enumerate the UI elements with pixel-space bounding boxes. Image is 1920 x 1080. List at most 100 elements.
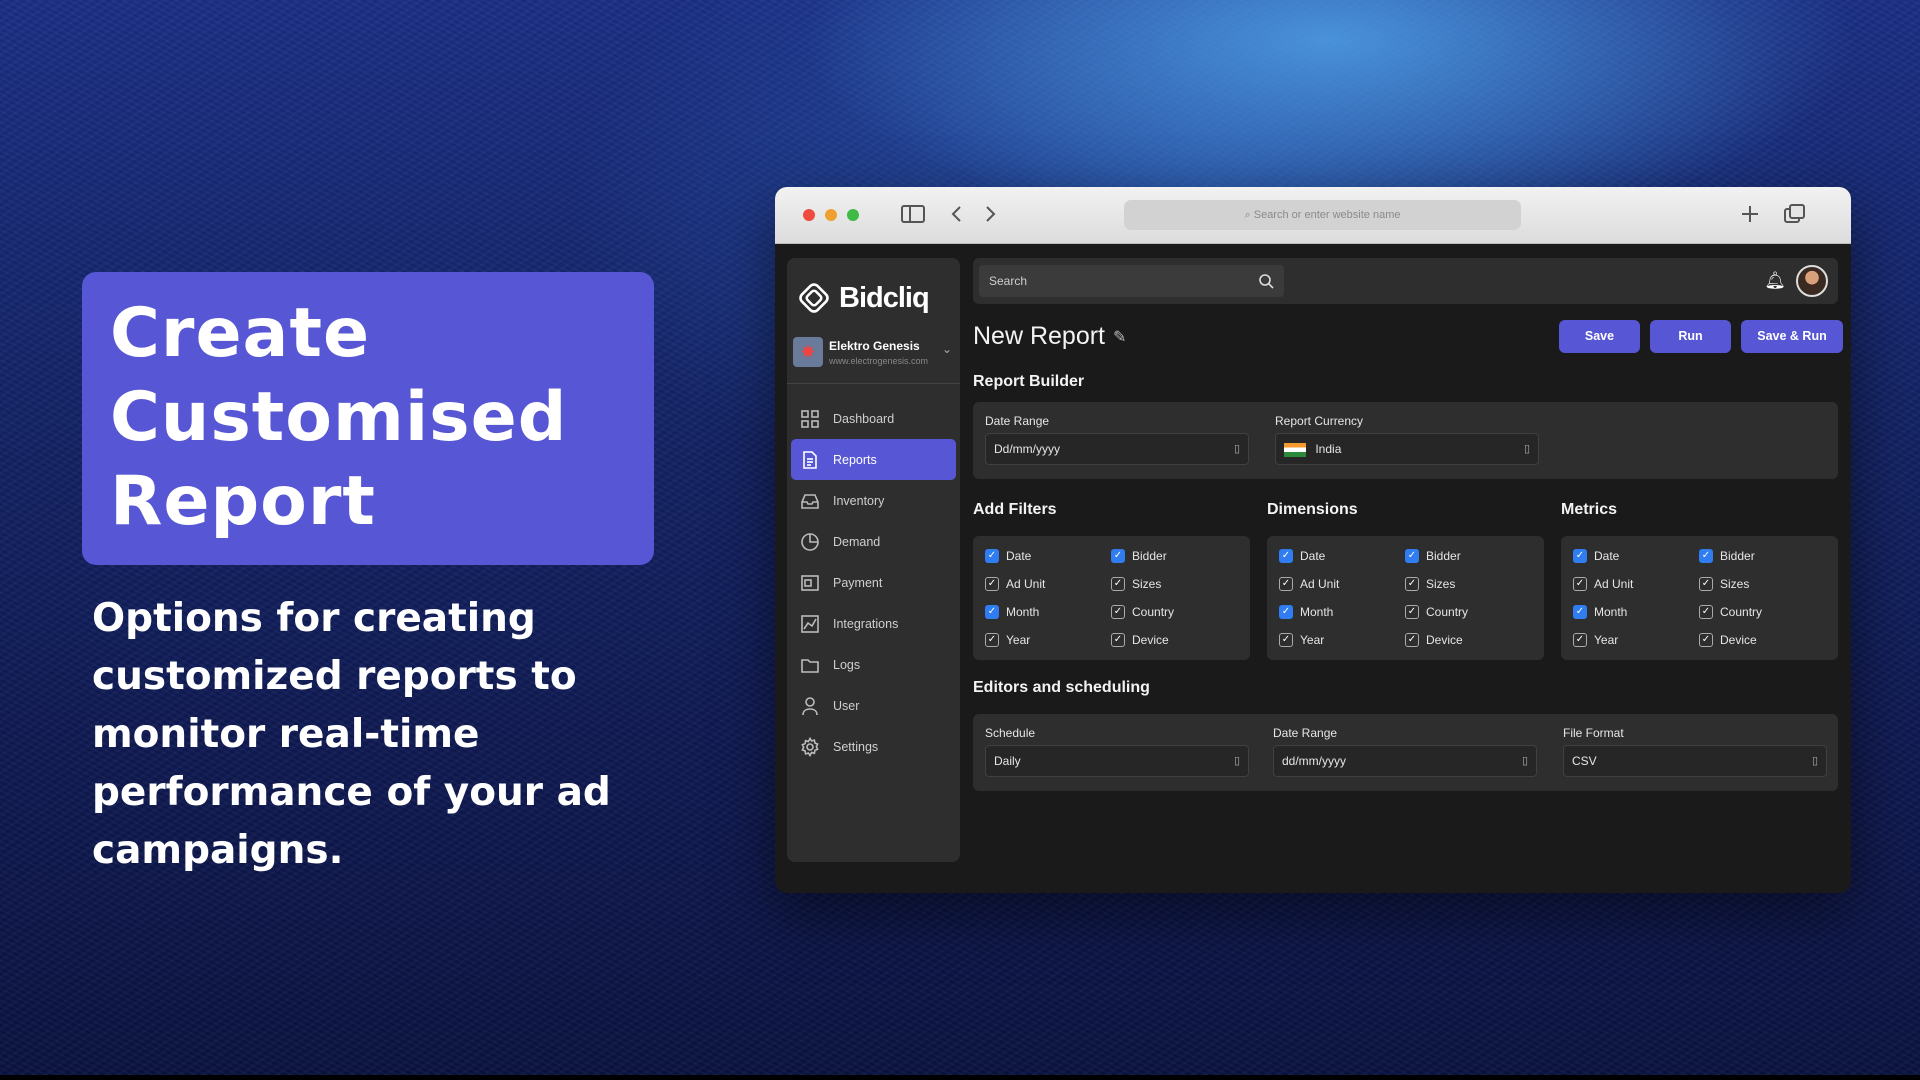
sidebar-item-inventory[interactable]: Inventory: [791, 480, 956, 521]
checkbox-item[interactable]: ✓ Year: [1279, 626, 1405, 654]
checkbox-checked-icon[interactable]: ✓: [1279, 605, 1293, 619]
checkbox-item[interactable]: ✓ Device: [1699, 626, 1825, 654]
checkbox-item[interactable]: ✓ Month: [1279, 598, 1405, 626]
checkbox-icon[interactable]: ✓: [985, 577, 999, 591]
dropdown-icon: ▯: [1811, 755, 1818, 767]
checkbox-checked-icon[interactable]: ✓: [985, 605, 999, 619]
checkbox-label: Year: [1006, 633, 1031, 647]
forward-arrow-icon[interactable]: [983, 203, 997, 230]
bell-icon[interactable]: 🔔︎: [1764, 271, 1786, 291]
checkbox-icon[interactable]: ✓: [1279, 577, 1293, 591]
checkbox-icon[interactable]: ✓: [985, 633, 999, 647]
checkbox-item[interactable]: ✓ Date: [1573, 542, 1699, 570]
sidebar-item-settings[interactable]: Settings: [791, 726, 956, 767]
report-currency-select[interactable]: India ▯: [1275, 433, 1539, 465]
checkbox-item[interactable]: ✓ Ad Unit: [1279, 570, 1405, 598]
sidebar-item-user[interactable]: User: [791, 685, 956, 726]
metrics-card: ✓ Date ✓ Bidder ✓ Ad Unit ✓ Sizes ✓ Month ✓ Country…: [1561, 536, 1838, 660]
checkbox-item[interactable]: ✓ Year: [985, 626, 1111, 654]
back-arrow-icon[interactable]: [950, 203, 964, 230]
schedule-label: Schedule: [985, 726, 1036, 740]
sidebar-item-demand[interactable]: Demand: [791, 521, 956, 562]
checkbox-label: Bidder: [1720, 549, 1755, 563]
save-and-run-button[interactable]: Save & Run: [1741, 320, 1843, 353]
sidebar-item-label: Reports: [833, 452, 877, 467]
checkbox-item[interactable]: ✓ Date: [985, 542, 1111, 570]
checkbox-icon[interactable]: ✓: [1405, 577, 1419, 591]
checkbox-item[interactable]: ✓ Country: [1699, 598, 1825, 626]
metrics-title: Metrics: [1561, 501, 1618, 518]
tabs-overview-icon[interactable]: [1783, 203, 1807, 230]
checkbox-icon[interactable]: ✓: [1111, 605, 1125, 619]
checkbox-icon[interactable]: ✓: [1111, 577, 1125, 591]
checkbox-icon[interactable]: ✓: [1699, 605, 1713, 619]
app-header: Search 🔔︎: [973, 258, 1838, 304]
checkbox-icon[interactable]: ✓: [1279, 633, 1293, 647]
minimize-window-button[interactable]: [825, 209, 837, 221]
sidebar-item-logs[interactable]: Logs: [791, 644, 956, 685]
checkbox-label: Device: [1132, 633, 1169, 647]
address-bar[interactable]: ⌕ Search or enter website name: [1124, 200, 1521, 230]
app-logo[interactable]: Bidcliq: [795, 278, 930, 318]
checkbox-item[interactable]: ✓ Ad Unit: [1573, 570, 1699, 598]
checkbox-item[interactable]: ✓ Bidder: [1699, 542, 1825, 570]
folder-icon: [799, 655, 821, 675]
checkbox-checked-icon[interactable]: ✓: [1279, 549, 1293, 563]
file-format-value: CSV: [1572, 754, 1597, 768]
checkbox-item[interactable]: ✓ Country: [1111, 598, 1237, 626]
checkbox-label: Month: [1300, 605, 1334, 619]
org-switcher[interactable]: ✸ Elektro Genesis www.electrogenesis.com…: [793, 332, 956, 372]
date-range-field[interactable]: Dd/mm/yyyy ▯: [985, 433, 1249, 465]
checkbox-item[interactable]: ✓ Device: [1111, 626, 1237, 654]
checkbox-item[interactable]: ✓ Sizes: [1699, 570, 1825, 598]
save-button[interactable]: Save: [1559, 320, 1640, 353]
checkbox-item[interactable]: ✓ Month: [985, 598, 1111, 626]
checkbox-label: Device: [1720, 633, 1757, 647]
close-window-button[interactable]: [803, 209, 815, 221]
checkbox-item[interactable]: ✓ Month: [1573, 598, 1699, 626]
schedule-select[interactable]: Daily ▯: [985, 745, 1249, 777]
pencil-icon[interactable]: ✎: [1113, 327, 1126, 347]
checkbox-checked-icon[interactable]: ✓: [1573, 549, 1587, 563]
avatar[interactable]: [1796, 265, 1828, 297]
checkbox-item[interactable]: ✓ Country: [1405, 598, 1531, 626]
checkbox-item[interactable]: ✓ Year: [1573, 626, 1699, 654]
hero-title-line: Create: [110, 294, 371, 373]
checkbox-item[interactable]: ✓ Ad Unit: [985, 570, 1111, 598]
checkbox-icon[interactable]: ✓: [1699, 577, 1713, 591]
checkbox-checked-icon[interactable]: ✓: [1111, 549, 1125, 563]
checkbox-checked-icon[interactable]: ✓: [1405, 549, 1419, 563]
sidebar-item-payment[interactable]: Payment: [791, 562, 956, 603]
checkbox-item[interactable]: ✓ Sizes: [1111, 570, 1237, 598]
sidebar-item-label: Logs: [833, 657, 861, 672]
new-tab-plus-icon[interactable]: [1739, 203, 1761, 230]
sidebar-item-reports[interactable]: Reports: [791, 439, 956, 480]
sidebar-item-dashboard[interactable]: Dashboard: [791, 398, 956, 439]
checkbox-item[interactable]: ✓ Device: [1405, 626, 1531, 654]
sidebar-toggle-icon[interactable]: [900, 203, 926, 230]
checkbox-item[interactable]: ✓ Bidder: [1405, 542, 1531, 570]
bottom-border: [0, 1075, 1920, 1080]
checkbox-label: Sizes: [1426, 577, 1456, 591]
checkbox-checked-icon[interactable]: ✓: [1573, 605, 1587, 619]
checkbox-item[interactable]: ✓ Sizes: [1405, 570, 1531, 598]
filters-checkbox-grid: ✓ Date ✓ Bidder ✓ Ad Unit ✓ Sizes ✓ Month ✓ Country…: [985, 542, 1237, 654]
checkbox-icon[interactable]: ✓: [1699, 633, 1713, 647]
app-logo-text: Bidcliq: [839, 281, 930, 314]
sidebar-item-integrations[interactable]: Integrations: [791, 603, 956, 644]
checkbox-icon[interactable]: ✓: [1111, 633, 1125, 647]
file-format-select[interactable]: CSV ▯: [1563, 745, 1827, 777]
search-input[interactable]: Search: [979, 265, 1284, 297]
checkbox-checked-icon[interactable]: ✓: [985, 549, 999, 563]
checkbox-item[interactable]: ✓ Date: [1279, 542, 1405, 570]
checkbox-icon[interactable]: ✓: [1573, 633, 1587, 647]
maximize-window-button[interactable]: [847, 209, 859, 221]
schedule-date-range-field[interactable]: dd/mm/yyyy ▯: [1273, 745, 1537, 777]
org-logo-icon: ✸: [793, 337, 823, 367]
checkbox-icon[interactable]: ✓: [1405, 633, 1419, 647]
checkbox-item[interactable]: ✓ Bidder: [1111, 542, 1237, 570]
checkbox-icon[interactable]: ✓: [1573, 577, 1587, 591]
checkbox-icon[interactable]: ✓: [1405, 605, 1419, 619]
run-button[interactable]: Run: [1650, 320, 1731, 353]
checkbox-checked-icon[interactable]: ✓: [1699, 549, 1713, 563]
